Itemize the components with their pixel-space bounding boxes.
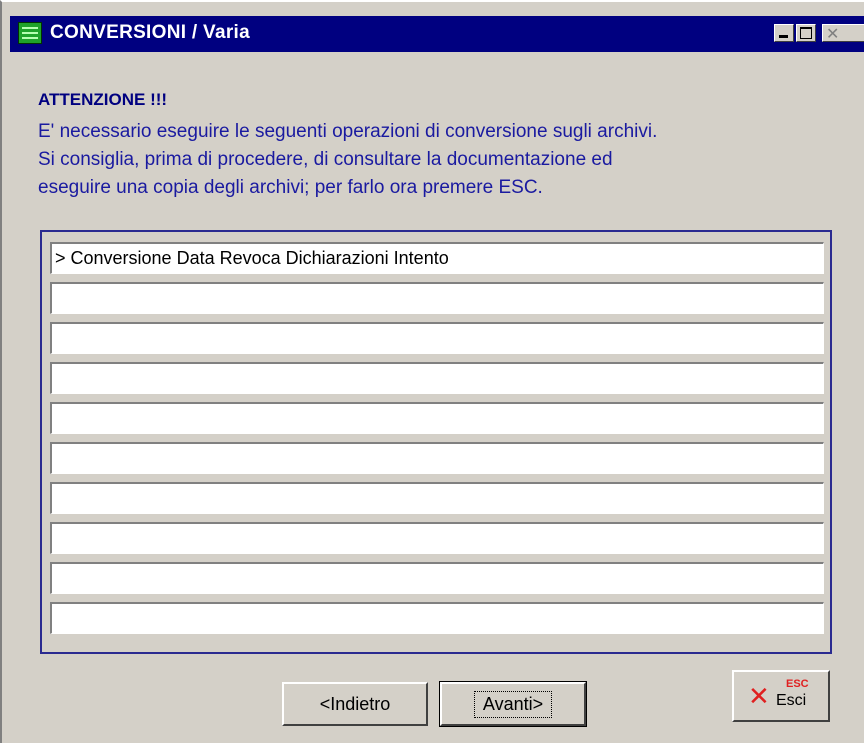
exit-button-label: Esci [776, 692, 807, 709]
minimize-icon[interactable] [774, 24, 794, 42]
list-item[interactable] [50, 562, 824, 594]
warning-message: E' necessario eseguire le seguenti opera… [38, 118, 830, 202]
warning-line: Si consiglia, prima di procedere, di con… [38, 149, 613, 170]
red-x-icon: ✕ [748, 682, 770, 712]
back-button[interactable]: <Indietro [282, 682, 428, 726]
application-icon [18, 22, 42, 44]
exit-shortcut: ESC [786, 678, 809, 690]
back-button-label: <Indietro [319, 693, 391, 714]
list-item[interactable] [50, 602, 824, 634]
warning-heading: ATTENZIONE !!! [38, 90, 168, 109]
conversion-list: > Conversione Data Revoca Dichiarazioni … [40, 230, 832, 654]
window-title: CONVERSIONI / Varia [50, 22, 250, 43]
list-item[interactable] [50, 282, 824, 314]
list-item[interactable]: > Conversione Data Revoca Dichiarazioni … [50, 242, 824, 274]
list-item[interactable] [50, 322, 824, 354]
conversion-window: CONVERSIONI / Varia ATTENZIONE !!! E' ne… [0, 0, 864, 743]
list-item[interactable] [50, 362, 824, 394]
warning-line: E' necessario eseguire le seguenti opera… [38, 121, 658, 142]
next-button[interactable]: Avanti> [439, 681, 587, 727]
list-item[interactable] [50, 522, 824, 554]
title-bar[interactable]: CONVERSIONI / Varia [10, 16, 864, 52]
list-item[interactable] [50, 482, 824, 514]
warning-line: eseguire una copia degli archivi; per fa… [38, 177, 543, 198]
next-button-label: Avanti> [473, 690, 553, 718]
close-icon[interactable] [822, 24, 864, 43]
list-item[interactable] [50, 402, 824, 434]
exit-button[interactable]: ✕ ESC Esci [732, 670, 830, 722]
maximize-icon[interactable] [796, 24, 816, 42]
list-item[interactable] [50, 442, 824, 474]
